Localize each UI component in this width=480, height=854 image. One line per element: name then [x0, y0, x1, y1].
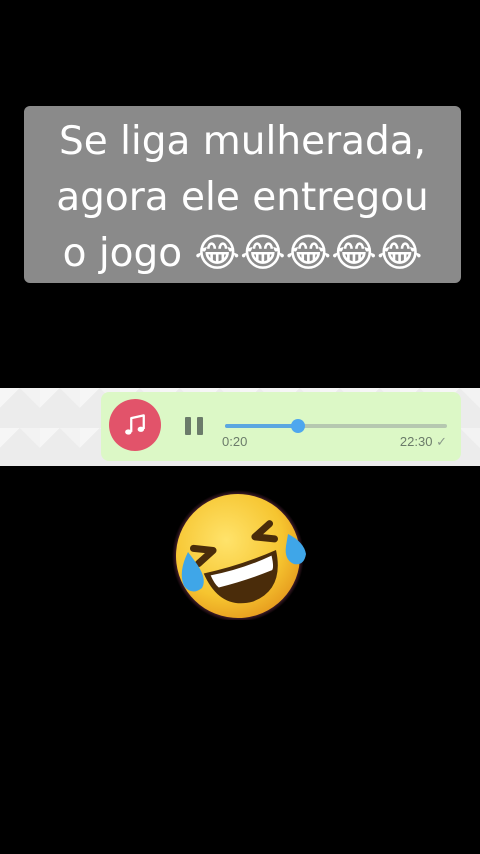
caption-line-3: o jogo 😂😂😂😂😂 — [62, 231, 423, 276]
timestamp-text: 22:30 — [399, 434, 433, 449]
caption-line-1: Se liga mulherada, — [58, 119, 427, 164]
audio-progress-track[interactable] — [225, 419, 447, 433]
pause-button[interactable] — [185, 417, 205, 435]
audio-progress-knob[interactable] — [291, 419, 306, 433]
message-timestamp: 22:30 ✓ — [400, 434, 447, 450]
elapsed-time: 0:20 — [222, 434, 248, 449]
audio-progress-fill — [225, 424, 299, 428]
caption-box: Se liga mulherada, agora ele entregou o … — [24, 106, 461, 283]
music-note-icon — [109, 399, 161, 451]
pause-bar-left — [185, 417, 191, 435]
laughing-emoji-icon — [170, 490, 310, 622]
audio-message-bubble: 0:20 22:30 ✓ — [101, 392, 461, 461]
caption-line-2: agora ele entregou — [56, 175, 429, 220]
pause-bar-right — [197, 417, 203, 435]
check-icon: ✓ — [436, 434, 447, 449]
